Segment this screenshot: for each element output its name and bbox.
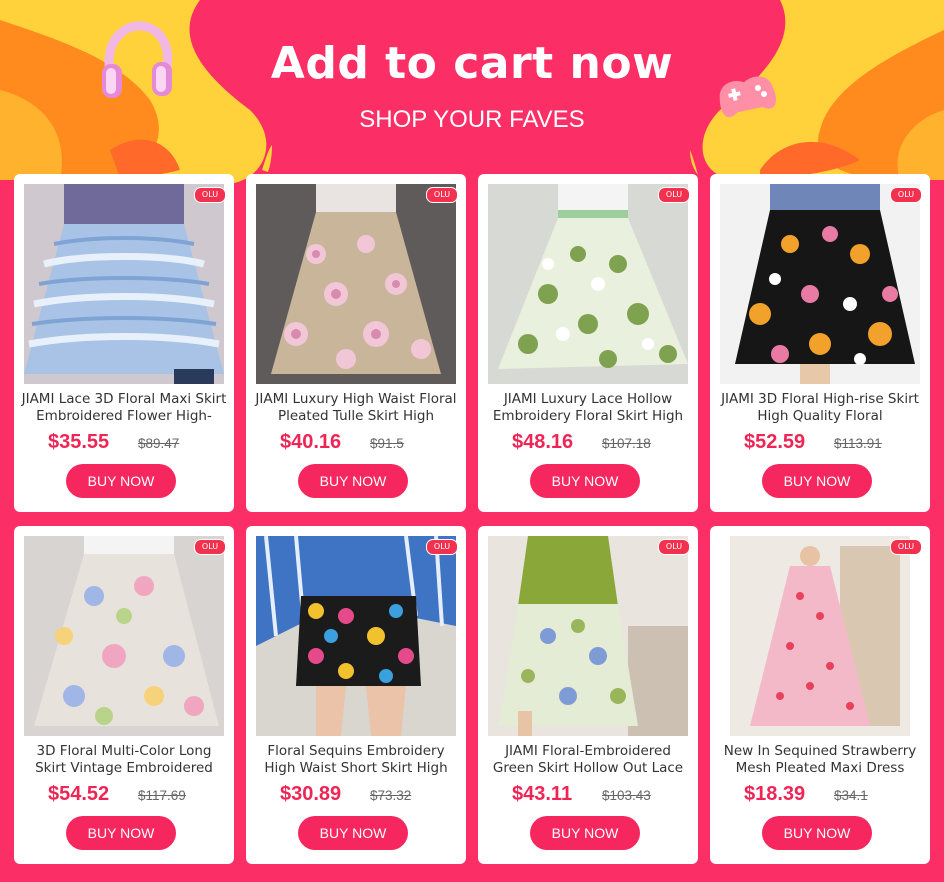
product-card[interactable]: OLU JIAMI Luxury Lace Hollow Embroidery … — [478, 174, 698, 512]
product-image[interactable] — [720, 184, 920, 384]
page-title: Add to cart now — [270, 38, 674, 89]
product-image[interactable] — [720, 536, 920, 736]
product-image[interactable] — [256, 536, 456, 736]
product-title[interactable]: JIAMI Luxury Lace Hollow Embroidery Flor… — [484, 391, 692, 427]
product-price: $30.89 — [280, 783, 342, 805]
page-subtitle: SHOP YOUR FAVES — [359, 106, 585, 133]
product-title[interactable]: JIAMI 3D Floral High-rise Skirt High Qua… — [716, 391, 924, 427]
product-card[interactable]: OLU New In Sequined Strawberry Mesh Plea… — [710, 526, 930, 864]
buy-now-button[interactable]: BUY NOW — [762, 464, 872, 498]
original-price: $91.5 — [370, 436, 404, 451]
buy-now-button[interactable]: BUY NOW — [66, 816, 176, 850]
product-price: $52.59 — [744, 431, 806, 453]
product-image[interactable] — [256, 184, 456, 384]
sale-badge: OLU — [890, 187, 922, 203]
original-price: $117.69 — [138, 788, 186, 803]
product-card[interactable]: OLU Floral Sequins Embroidery High Waist… — [246, 526, 466, 864]
product-title[interactable]: JIAMI Floral-Embroidered Green Skirt Hol… — [484, 743, 692, 779]
product-image[interactable] — [488, 184, 688, 384]
product-title[interactable]: New In Sequined Strawberry Mesh Pleated … — [716, 743, 924, 779]
product-price: $18.39 — [744, 783, 806, 805]
original-price: $107.18 — [602, 436, 651, 451]
product-card[interactable]: OLU JIAMI 3D Floral High-rise Skirt High… — [710, 174, 930, 512]
original-price: $113.91 — [834, 436, 882, 451]
sale-badge: OLU — [426, 539, 458, 555]
buy-now-button[interactable]: BUY NOW — [66, 464, 176, 498]
product-price: $35.55 — [48, 431, 110, 453]
product-image[interactable] — [24, 184, 224, 384]
product-title[interactable]: JIAMI Lace 3D Floral Maxi Skirt Embroide… — [20, 391, 228, 427]
buy-now-button[interactable]: BUY NOW — [530, 816, 640, 850]
product-card[interactable]: OLU JIAMI Luxury High Waist Floral Pleat… — [246, 174, 466, 512]
product-title[interactable]: Floral Sequins Embroidery High Waist Sho… — [252, 743, 460, 779]
original-price: $103.43 — [602, 788, 651, 803]
product-price: $43.11 — [512, 783, 573, 805]
product-card[interactable]: OLU JIAMI Floral-Embroidered Green Skirt… — [478, 526, 698, 864]
sale-badge: OLU — [194, 187, 226, 203]
sale-badge: OLU — [890, 539, 922, 555]
product-title[interactable]: JIAMI Luxury High Waist Floral Pleated T… — [252, 391, 460, 427]
sale-badge: OLU — [194, 539, 226, 555]
product-title[interactable]: 3D Floral Multi-Color Long Skirt Vintage… — [20, 743, 228, 779]
product-price: $54.52 — [48, 783, 110, 805]
product-image[interactable] — [488, 536, 688, 736]
original-price: $34.1 — [834, 788, 868, 803]
sale-badge: OLU — [658, 539, 690, 555]
product-price: $48.16 — [512, 431, 574, 453]
original-price: $89.47 — [138, 436, 180, 451]
original-price: $73.32 — [370, 788, 412, 803]
buy-now-button[interactable]: BUY NOW — [298, 464, 408, 498]
product-image[interactable] — [24, 536, 224, 736]
product-price: $40.16 — [280, 431, 342, 453]
product-card[interactable]: OLU 3D Floral Multi-Color Long Skirt Vin… — [14, 526, 234, 864]
product-card[interactable]: OLU JIAMI Lace 3D Floral Maxi Skirt Embr… — [14, 174, 234, 512]
buy-now-button[interactable]: BUY NOW — [298, 816, 408, 850]
buy-now-button[interactable]: BUY NOW — [762, 816, 872, 850]
buy-now-button[interactable]: BUY NOW — [530, 464, 640, 498]
sale-badge: OLU — [658, 187, 690, 203]
sale-badge: OLU — [426, 187, 458, 203]
